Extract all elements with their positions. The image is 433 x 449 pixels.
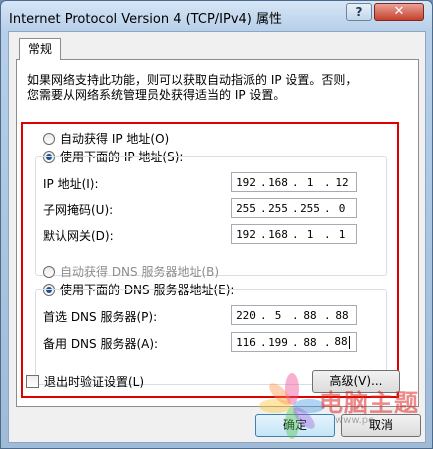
tab-general[interactable]: 常规 bbox=[19, 38, 61, 60]
description-line-2: 您需要从网络系统管理员处获得适当的 IP 设置。 bbox=[27, 88, 286, 102]
advanced-button[interactable]: 高级(V)... bbox=[312, 370, 400, 393]
text-caret bbox=[348, 335, 350, 349]
alternate-dns-label: 备用 DNS 服务器(A): bbox=[43, 337, 159, 351]
checkbox-box[interactable] bbox=[26, 375, 39, 388]
preferred-dns-label: 首选 DNS 服务器(P): bbox=[43, 310, 158, 324]
description-text: 如果网络支持此功能，则可以获取自动指派的 IP 设置。否则， 您需要从网络系统管… bbox=[27, 73, 407, 103]
octet: 220 bbox=[236, 308, 256, 322]
validate-on-exit-label: 退出时验证设置(L) bbox=[44, 375, 145, 389]
octet: 255 bbox=[300, 201, 320, 215]
octet: 116 bbox=[236, 335, 256, 349]
octet: 168 bbox=[268, 227, 288, 241]
octet: 1 bbox=[338, 227, 346, 241]
octet: 88 bbox=[335, 308, 349, 322]
dialog-window: Internet Protocol Version 4 (TCP/IPv4) 属… bbox=[0, 0, 433, 449]
octet: 255 bbox=[236, 201, 256, 215]
octet: 5 bbox=[274, 308, 282, 322]
dns-auto-radio[interactable]: 自动获得 DNS 服务器地址(B) bbox=[43, 263, 219, 280]
octet-value: 88 bbox=[334, 335, 348, 349]
octet: 1 bbox=[306, 175, 314, 189]
ip-auto-radio[interactable]: 自动获得 IP 地址(O) bbox=[43, 130, 169, 147]
ok-button[interactable]: 确定 bbox=[255, 414, 335, 437]
octet: 199 bbox=[268, 335, 288, 349]
radio-button[interactable] bbox=[43, 132, 55, 145]
help-button[interactable]: ? bbox=[346, 3, 372, 21]
general-tab-panel: 如果网络支持此功能，则可以获取自动指派的 IP 设置。否则， 您需要从网络系统管… bbox=[16, 59, 419, 407]
dialog-client-area: 常规 如果网络支持此功能，则可以获取自动指派的 IP 设置。否则， 您需要从网络… bbox=[8, 31, 426, 443]
octet: 192 bbox=[236, 175, 256, 189]
default-gateway-field[interactable]: 192. 168. 1. 1 bbox=[231, 224, 357, 244]
octet: 1 bbox=[306, 227, 314, 241]
preferred-dns-field[interactable]: 220. 5. 88. 88 bbox=[231, 305, 357, 325]
octet-with-caret: 88 bbox=[328, 335, 356, 349]
octet: 192 bbox=[236, 227, 256, 241]
dns-auto-label: 自动获得 DNS 服务器地址(B) bbox=[60, 265, 220, 279]
octet: 88 bbox=[303, 335, 317, 349]
subnet-mask-field[interactable]: 255. 255. 255. 0 bbox=[231, 198, 357, 218]
ip-address-label: IP 地址(I): bbox=[43, 177, 99, 191]
alternate-dns-field[interactable]: 116. 199. 88. 88 bbox=[231, 332, 357, 352]
ip-auto-label: 自动获得 IP 地址(O) bbox=[60, 132, 170, 146]
cancel-button[interactable]: 取消 bbox=[341, 414, 421, 437]
description-line-1: 如果网络支持此功能，则可以获取自动指派的 IP 设置。否则， bbox=[27, 73, 358, 87]
title-bar[interactable]: Internet Protocol Version 4 (TCP/IPv4) 属… bbox=[1, 1, 432, 31]
subnet-mask-label: 子网掩码(U): bbox=[43, 203, 114, 217]
default-gateway-label: 默认网关(D): bbox=[43, 229, 114, 243]
octet: 88 bbox=[303, 308, 317, 322]
octet: 255 bbox=[268, 201, 288, 215]
radio-button-disabled[interactable] bbox=[43, 265, 55, 278]
close-button[interactable]: ✕ bbox=[374, 3, 424, 21]
octet: 0 bbox=[338, 201, 346, 215]
validate-on-exit-checkbox[interactable]: 退出时验证设置(L) bbox=[26, 373, 144, 390]
ip-address-field[interactable]: 192. 168. 1. 12 bbox=[231, 172, 357, 192]
octet: 12 bbox=[335, 175, 349, 189]
window-title: Internet Protocol Version 4 (TCP/IPv4) 属… bbox=[9, 12, 283, 27]
octet: 168 bbox=[268, 175, 288, 189]
